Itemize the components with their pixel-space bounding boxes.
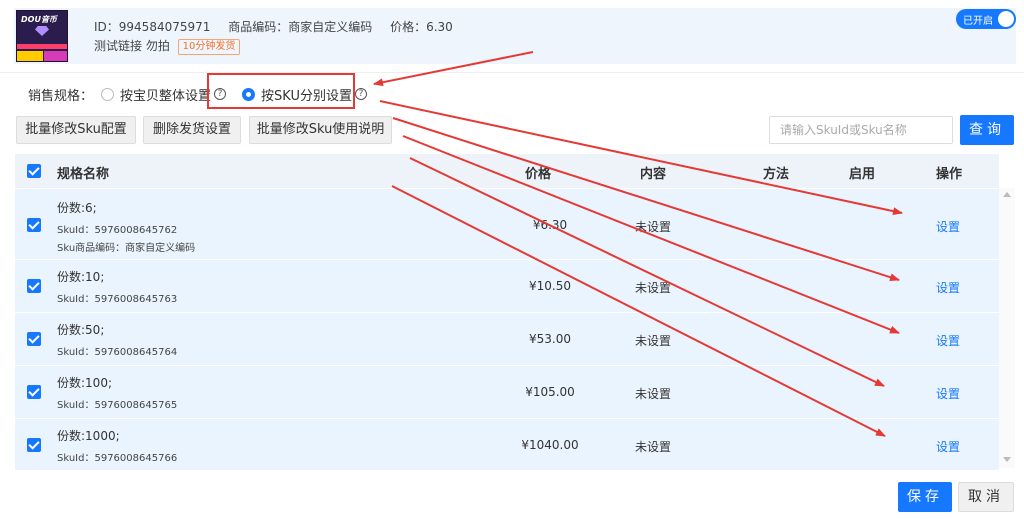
row-name: 份数:6; [57,201,97,215]
row-skucode: Sku商品编码：商家自定义编码 [57,243,196,254]
batch-edit-sku-button[interactable]: 批量修改Sku配置 [16,116,136,144]
row-checkbox[interactable] [27,218,41,232]
row-checkbox[interactable] [27,279,41,293]
sku-table: 规格名称 价格 内容 方法 启用 操作 份数:6; SkuId：59760086… [15,154,999,470]
row-checkbox[interactable] [27,385,41,399]
enable-toggle[interactable]: 已开启 [956,9,1016,29]
header-name: 规格名称 [57,167,110,182]
spec-label: 销售规格： [28,88,94,104]
table-row: 份数:50; SkuId：5976008645764 ¥53.00 未设置 设置 [15,312,999,365]
row-checkbox[interactable] [27,332,41,346]
product-name: 测试链接 勿拍 [94,39,170,53]
row-content: 未设置 [635,220,672,234]
product-thumbnail: DOU音币 [16,10,68,62]
table-header: 规格名称 价格 内容 方法 启用 操作 [15,154,999,188]
header-op: 操作 [936,167,963,182]
row-skuid: SkuId：5976008645763 [57,294,178,305]
product-meta: ID：994584075971 商品编码：商家自定义编码 价格：6.30 [94,18,467,35]
row-skuid: SkuId：5976008645764 [57,347,178,358]
cancel-button[interactable]: 取消 [958,482,1014,512]
table-row: 份数:1000; SkuId：5976008645766 ¥1040.00 未设… [15,418,999,470]
row-skuid: SkuId：5976008645765 [57,400,178,411]
row-content: 未设置 [635,440,672,454]
row-set-link[interactable]: 设置 [936,218,960,235]
row-name: 份数:10; [57,270,105,284]
product-code: 商品编码：商家自定义编码 [228,20,373,34]
radio-whole-label[interactable]: 按宝贝整体设置 [120,85,211,104]
table-row: 份数:6; SkuId：5976008645762 Sku商品编码：商家自定义编… [15,188,999,259]
row-skuid: SkuId：5976008645762 [57,225,178,236]
row-name: 份数:1000; [57,429,120,443]
search-button[interactable]: 查询 [960,115,1014,145]
row-checkbox[interactable] [27,438,41,452]
toggle-knob [998,11,1014,27]
row-price: ¥10.50 [529,279,571,293]
header-price: 价格 [525,167,552,182]
delete-ship-setting-button[interactable]: 删除发货设置 [143,116,241,144]
row-price: ¥105.00 [525,385,575,399]
row-content: 未设置 [635,281,672,295]
product-price: 价格：6.30 [390,20,453,34]
header-content: 内容 [640,167,667,182]
annotation-highlight-box [207,73,355,109]
product-id: ID：994584075971 [94,20,211,34]
row-set-link[interactable]: 设置 [936,385,960,402]
select-all-checkbox[interactable] [27,164,41,178]
row-price: ¥6.30 [532,218,568,232]
table-row: 份数:10; SkuId：5976008645763 ¥10.50 未设置 设置 [15,259,999,312]
thumbnail-text: DOU音币 [21,15,57,24]
header-enabled: 启用 [849,167,876,182]
product-info-panel: DOU音币 ID：994584075971 商品编码：商家自定义编码 价格：6.… [14,8,1016,64]
radio-whole[interactable] [101,87,115,101]
row-name: 份数:100; [57,376,112,390]
row-price: ¥1040.00 [521,438,579,452]
shipping-tag: 10分钟发货 [177,38,241,55]
diamond-icon [35,26,49,36]
help-icon[interactable]: ? [354,88,367,100]
scroll-down-icon[interactable] [1003,457,1011,462]
table-row: 份数:100; SkuId：5976008645765 ¥105.00 未设置 … [15,365,999,418]
row-set-link[interactable]: 设置 [936,438,960,455]
row-set-link[interactable]: 设置 [936,279,960,296]
row-name: 份数:50; [57,323,105,337]
toggle-label: 已开启 [963,16,993,27]
save-button[interactable]: 保存 [898,482,952,512]
batch-edit-help-button[interactable]: 批量修改Sku使用说明 [249,116,392,144]
product-title-line: 测试链接 勿拍 10分钟发货 [94,37,241,55]
row-content: 未设置 [635,334,672,348]
row-set-link[interactable]: 设置 [936,332,960,349]
row-skuid: SkuId：5976008645766 [57,453,178,464]
row-price: ¥53.00 [529,332,571,346]
divider [0,72,1024,73]
row-content: 未设置 [635,387,672,401]
table-scrollbar[interactable] [999,188,1015,468]
header-method: 方法 [763,167,790,182]
search-input[interactable] [769,116,953,144]
scroll-up-icon[interactable] [1003,192,1011,197]
